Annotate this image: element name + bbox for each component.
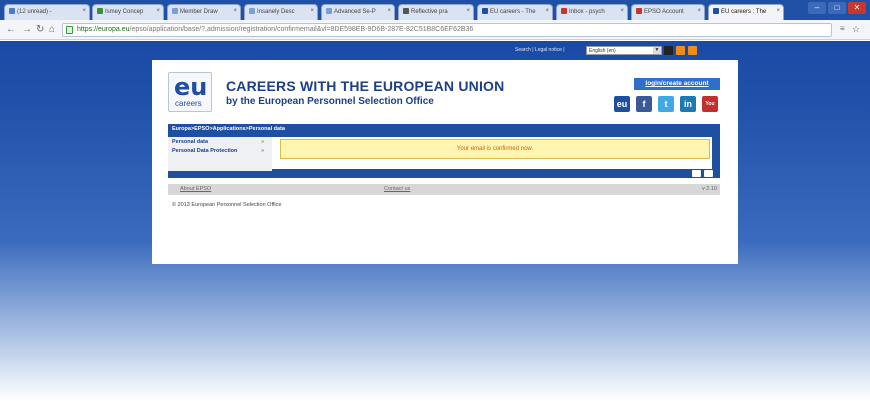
breadcrumb: Europa>EPSO>Applications>Personal data: [168, 124, 720, 135]
url-path: /epso/application/base/?,admission/regis…: [129, 26, 474, 33]
close-tab-icon[interactable]: ×: [156, 8, 160, 14]
tab-label: (12 unread) -: [17, 9, 52, 15]
forward-icon[interactable]: →: [22, 24, 32, 35]
tab-favicon-icon: [9, 8, 15, 14]
bookmark-star-icon[interactable]: ☆: [852, 24, 860, 35]
tab-favicon-icon: [561, 8, 567, 14]
tab-favicon-icon: [713, 8, 719, 14]
close-tab-icon[interactable]: ×: [310, 8, 314, 14]
page-title: CAREERS WITH THE EUROPEAN UNION: [226, 78, 505, 94]
back-icon[interactable]: ←: [6, 24, 16, 35]
confirmation-message: Your email is confirmed now.: [280, 139, 710, 159]
close-tab-icon[interactable]: ×: [233, 8, 237, 14]
close-tab-icon[interactable]: ×: [387, 8, 391, 14]
browser-tab[interactable]: Inbox - psych ×: [556, 4, 628, 20]
tab-label: Insanely Desc: [257, 9, 295, 15]
maximize-button[interactable]: □: [828, 2, 846, 14]
tab-label: Member Draw: [180, 9, 218, 15]
browser-tab[interactable]: EPSO Account ×: [631, 4, 705, 20]
print-icon[interactable]: [704, 170, 713, 177]
tab-label: EU careers - The: [490, 9, 536, 15]
tab-favicon-icon: [97, 8, 103, 14]
menu-item-personal-data[interactable]: Personal data »: [172, 139, 268, 145]
tab-favicon-icon: [403, 8, 409, 14]
tab-label: Advanced Se-P: [334, 9, 376, 15]
menu-item-label: Personal data: [172, 139, 209, 145]
language-select[interactable]: English (en) ▼: [586, 46, 662, 55]
menu-item-label: Personal Data Protection: [172, 148, 238, 154]
tab-label: Inbox - psych: [569, 9, 605, 15]
about-epso-link[interactable]: About EPSO: [180, 186, 211, 192]
tab-favicon-icon: [482, 8, 488, 14]
close-tab-icon[interactable]: ×: [545, 8, 549, 14]
login-create-account-button[interactable]: login/create account: [634, 78, 720, 90]
facebook-icon[interactable]: f: [636, 96, 652, 112]
url-input[interactable]: https://europa.eu/epso/application/base/…: [62, 23, 832, 37]
menu-item-personal-data-protection[interactable]: Personal Data Protection »: [172, 148, 268, 154]
browser-tab[interactable]: (12 unread) - ×: [4, 4, 90, 20]
chevron-down-icon: ▼: [653, 47, 661, 54]
rss-icon[interactable]: [676, 46, 685, 55]
eu-careers-icon[interactable]: eu: [614, 96, 630, 112]
linkedin-icon[interactable]: in: [680, 96, 696, 112]
copyright: © 2013 European Personnel Selection Offi…: [172, 202, 282, 208]
twitter-icon[interactable]: t: [658, 96, 674, 112]
eu-careers-logo[interactable]: eu careers: [168, 72, 212, 112]
tab-favicon-icon: [249, 8, 255, 14]
logo-eu-text: eu: [174, 73, 208, 101]
menu-icon[interactable]: ≡: [840, 24, 845, 33]
url-host: europa.eu: [98, 26, 130, 33]
browser-tab[interactable]: EU careers : The ×: [708, 4, 784, 20]
minimize-button[interactable]: –: [808, 2, 826, 14]
youtube-icon[interactable]: You: [702, 96, 718, 112]
close-tab-icon[interactable]: ×: [776, 8, 780, 14]
email-icon[interactable]: [692, 170, 701, 177]
url-scheme: https://: [77, 26, 99, 33]
tab-favicon-icon: [636, 8, 642, 14]
browser-tab[interactable]: Insanely Desc ×: [244, 4, 318, 20]
language-value: English (en): [589, 48, 616, 54]
browser-tab[interactable]: Member Draw ×: [167, 4, 241, 20]
footer-bar: About EPSO Contact us v 2.10: [168, 184, 720, 195]
tab-label: Ismey Concep: [105, 9, 144, 15]
rss-alt-icon[interactable]: [688, 46, 697, 55]
text-size-icon[interactable]: [664, 46, 673, 55]
menu-arrow-icon: »: [261, 139, 264, 145]
home-icon[interactable]: ⌂: [49, 24, 55, 35]
browser-tab[interactable]: EU careers - The ×: [477, 4, 553, 20]
tab-label: EU careers : The: [721, 9, 767, 15]
version-label: v 2.10: [702, 186, 717, 192]
tab-label: Reflective pra: [411, 9, 448, 15]
tab-favicon-icon: [326, 8, 332, 14]
browser-tab[interactable]: Ismey Concep ×: [92, 4, 164, 20]
close-tab-icon[interactable]: ×: [82, 8, 86, 14]
browser-tab-strip: (12 unread) - × Ismey Concep × Member Draw × I…: [0, 0, 870, 20]
close-tab-icon[interactable]: ×: [466, 8, 470, 14]
tab-label: EPSO Account: [644, 9, 684, 15]
close-tab-icon[interactable]: ×: [620, 8, 624, 14]
browser-tab[interactable]: Reflective pra ×: [398, 4, 474, 20]
browser-tab[interactable]: Advanced Se-P ×: [321, 4, 395, 20]
content-card: eu careers CAREERS WITH THE EUROPEAN UNI…: [152, 60, 738, 264]
close-window-button[interactable]: ✕: [848, 2, 866, 14]
utility-links[interactable]: Search | Legal notice |: [515, 47, 565, 53]
logo-careers-text: careers: [175, 99, 202, 108]
menu-arrow-icon: »: [261, 148, 264, 154]
lock-icon: [66, 26, 73, 34]
contact-us-link[interactable]: Contact us: [384, 186, 410, 192]
side-menu: Personal data » Personal Data Protection…: [168, 137, 272, 171]
page-subtitle: by the European Personnel Selection Offi…: [226, 96, 434, 107]
reload-icon[interactable]: ↻: [36, 24, 44, 35]
tab-favicon-icon: [172, 8, 178, 14]
address-bar: ← → ↻ ⌂ https://europa.eu/epso/applicati…: [0, 20, 870, 40]
close-tab-icon[interactable]: ×: [697, 8, 701, 14]
